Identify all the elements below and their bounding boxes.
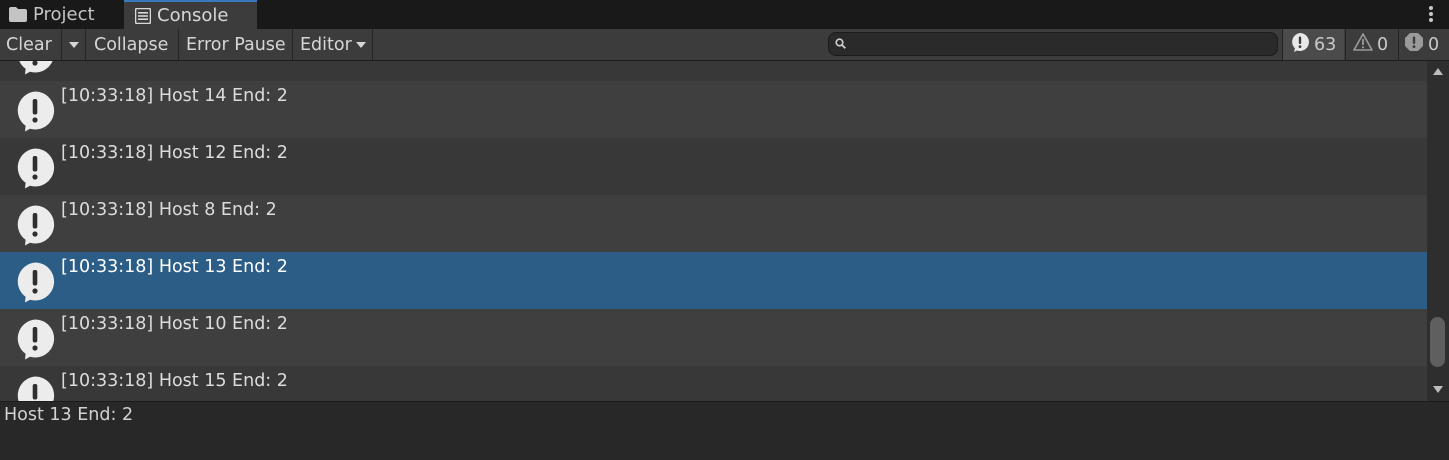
error-pause-toggle[interactable]: Error Pause — [180, 29, 293, 60]
error-count: 0 — [1428, 34, 1440, 55]
clear-button[interactable]: Clear — [0, 29, 62, 60]
chevron-down-icon — [68, 41, 79, 48]
log-message: [10:33:18] Host 15 End: 2 — [61, 371, 288, 391]
log-message-icon — [14, 375, 56, 401]
error-pause-label: Error Pause — [186, 34, 286, 55]
tab-console-label: Console — [157, 5, 229, 26]
collapse-toggle[interactable]: Collapse — [87, 29, 179, 60]
search-icon — [835, 34, 846, 54]
folder-icon — [9, 7, 27, 22]
log-entry[interactable]: [10:33:18] Host 12 End: 2 — [0, 138, 1427, 195]
console-icon — [135, 7, 151, 24]
log-message-icon — [14, 61, 56, 75]
log-entry-selected[interactable]: [10:33:18] Host 13 End: 2 — [0, 252, 1427, 309]
collapse-label: Collapse — [94, 34, 169, 55]
log-message-icon — [14, 261, 56, 303]
editor-dropdown[interactable]: Editor — [294, 29, 373, 60]
log-message: [10:33:18] Host 10 End: 2 — [61, 314, 288, 334]
scrollbar-thumb[interactable] — [1430, 317, 1445, 367]
log-message-icon — [14, 147, 56, 189]
chevron-down-icon — [355, 41, 366, 48]
message-detail-pane: Host 13 End: 2 — [0, 402, 1449, 460]
error-count-toggle[interactable]: 0 — [1398, 29, 1449, 60]
window-tab-bar: Project Console — [0, 0, 1449, 29]
log-message-icon — [14, 90, 56, 132]
message-detail-text: Host 13 End: 2 — [4, 405, 134, 425]
log-list-scrollbar[interactable] — [1427, 61, 1449, 401]
more-options-icon[interactable] — [1429, 6, 1433, 22]
scroll-down-arrow-icon[interactable] — [1433, 386, 1443, 393]
log-entry[interactable]: [10:33:18] Host 10 End: 2 — [0, 309, 1427, 366]
log-entry[interactable]: [10:33:18] Host 14 End: 2 — [0, 81, 1427, 138]
warning-icon — [1353, 33, 1373, 56]
clear-options-dropdown[interactable] — [62, 29, 86, 60]
log-entry[interactable]: [10:33:18] Host 8 End: 2 — [0, 195, 1427, 252]
editor-label: Editor — [300, 34, 352, 55]
log-message: [10:33:18] Host 8 End: 2 — [61, 200, 277, 220]
log-entry[interactable] — [0, 61, 1427, 81]
search-input[interactable] — [852, 36, 1277, 52]
log-message-icon — [14, 318, 56, 360]
log-message: [10:33:18] Host 12 End: 2 — [61, 143, 288, 163]
console-toolbar: Clear Collapse Error Pause Editor 63 0 0 — [0, 29, 1449, 61]
tab-project[interactable]: Project — [0, 0, 122, 29]
log-count-toggle[interactable]: 63 — [1282, 29, 1344, 60]
log-message-icon — [14, 204, 56, 246]
scroll-up-arrow-icon[interactable] — [1433, 68, 1443, 75]
clear-button-label: Clear — [6, 34, 52, 55]
error-icon — [1404, 32, 1424, 57]
log-entry[interactable]: [10:33:18] Host 15 End: 2 — [0, 366, 1427, 401]
log-message: [10:33:18] Host 14 End: 2 — [61, 86, 288, 106]
log-count: 63 — [1314, 34, 1337, 55]
tab-project-label: Project — [33, 4, 95, 25]
tab-console[interactable]: Console — [124, 0, 257, 29]
log-message: [10:33:18] Host 13 End: 2 — [61, 257, 288, 277]
warning-count-toggle[interactable]: 0 — [1345, 29, 1397, 60]
info-icon — [1290, 32, 1310, 57]
log-list: [10:33:18] Host 14 End: 2 [10:33:18] Hos… — [0, 61, 1427, 401]
warning-count: 0 — [1377, 34, 1389, 55]
search-field[interactable] — [828, 32, 1278, 56]
